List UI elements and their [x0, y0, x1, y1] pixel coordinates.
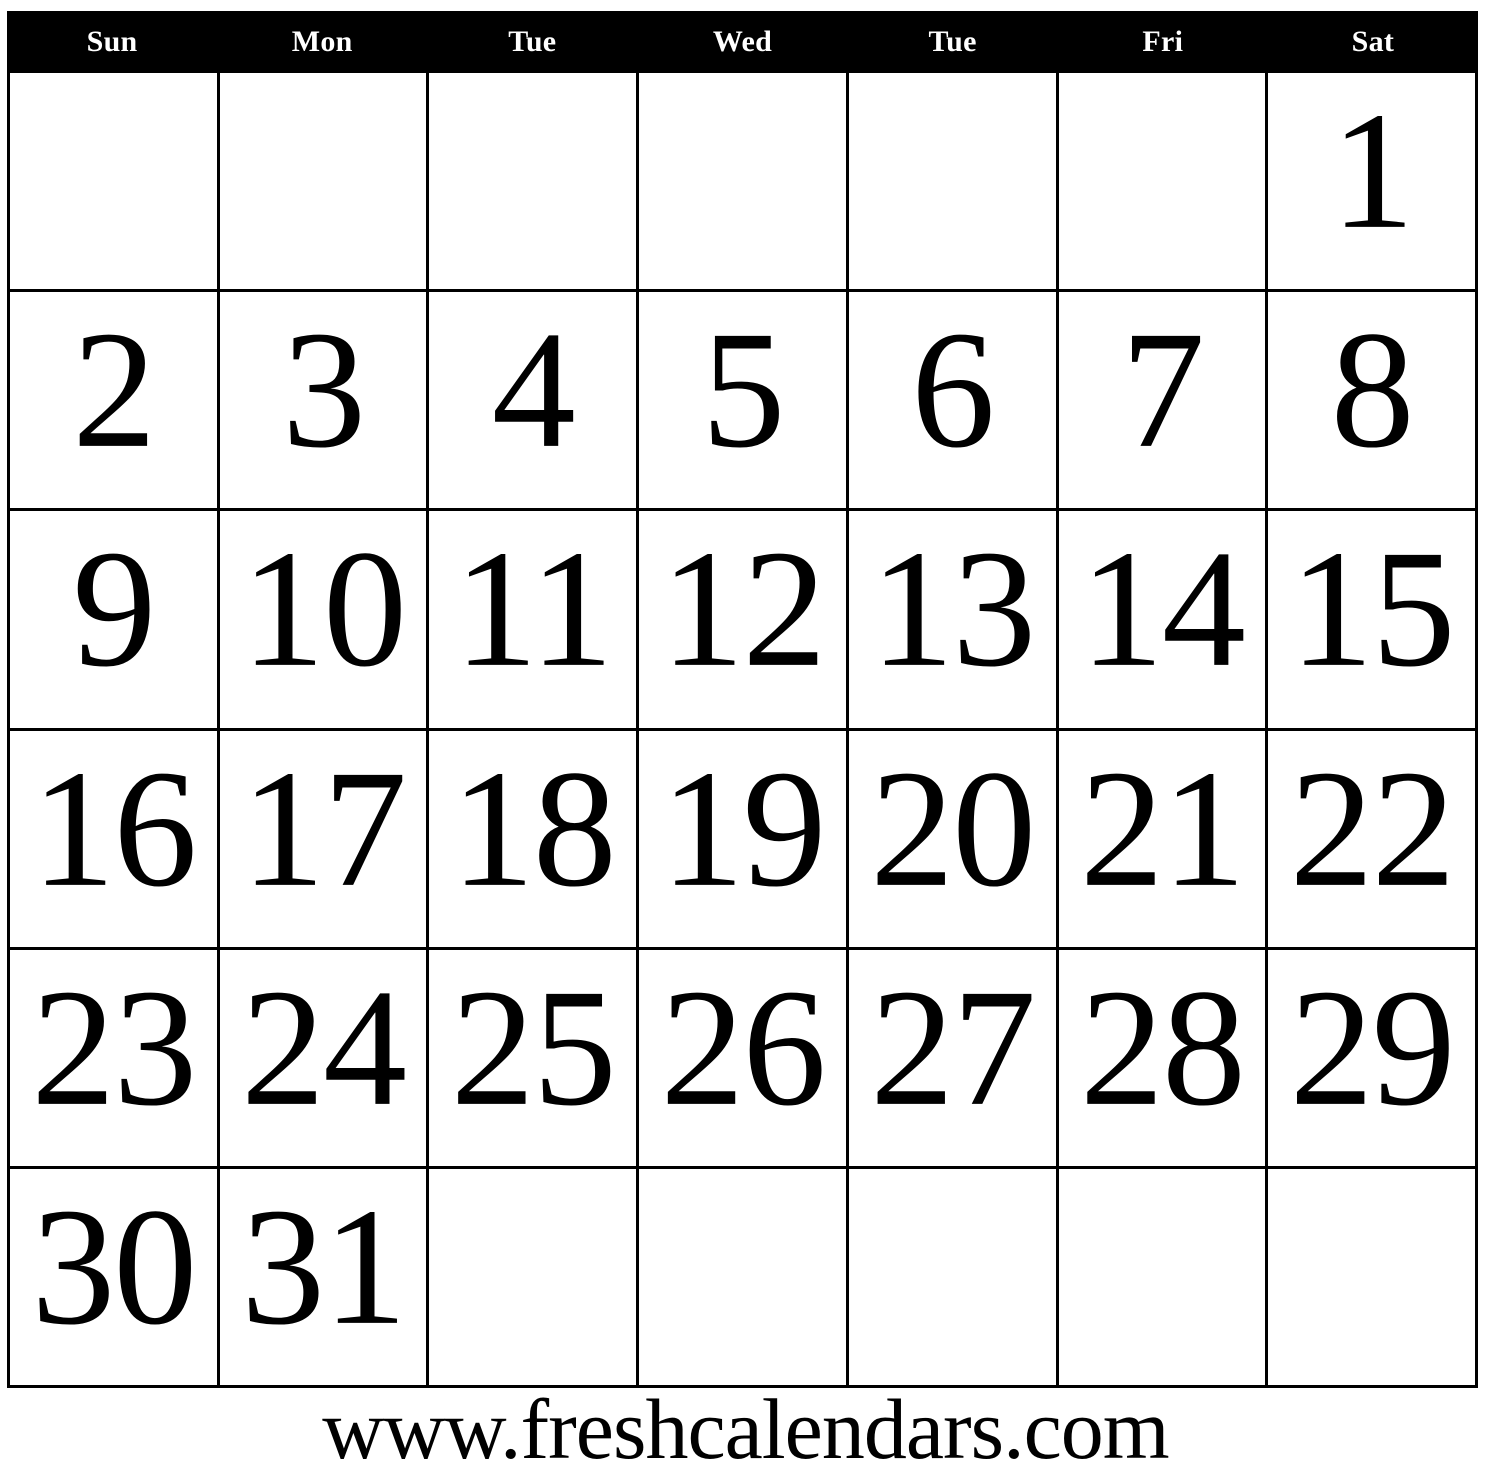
- date-number: 29: [1289, 954, 1456, 1141]
- date-number: 10: [241, 516, 407, 703]
- date-number: 12: [660, 516, 826, 703]
- date-number: 13: [870, 516, 1036, 703]
- date-cell[interactable]: [219, 73, 430, 293]
- date-number: 21: [1079, 735, 1246, 922]
- date-cell[interactable]: [429, 73, 640, 293]
- date-number: 15: [1289, 516, 1456, 703]
- date-number: 16: [31, 735, 197, 922]
- date-cell[interactable]: [1058, 1168, 1269, 1388]
- weekday-header-mon: Mon: [291, 25, 353, 58]
- weekday-header-tue: Tue: [508, 25, 557, 58]
- date-cell[interactable]: 22: [1268, 730, 1478, 950]
- date-cell[interactable]: 31: [219, 1168, 430, 1388]
- date-cell[interactable]: 21: [1058, 730, 1269, 950]
- date-cell[interactable]: 9: [10, 511, 220, 731]
- date-number: 18: [450, 735, 617, 922]
- date-cell[interactable]: 12: [639, 511, 849, 731]
- date-number: 14: [1079, 516, 1246, 703]
- date-number: 2: [72, 297, 156, 484]
- date-number: 24: [241, 954, 407, 1141]
- date-number: 1: [1330, 77, 1415, 264]
- date-cell[interactable]: 20: [848, 730, 1059, 950]
- date-number: 22: [1289, 735, 1456, 922]
- date-number: 4: [491, 297, 576, 484]
- date-cell[interactable]: 2: [10, 292, 220, 512]
- date-cell[interactable]: [1268, 1168, 1478, 1388]
- date-number: 11: [453, 516, 614, 703]
- date-cell[interactable]: 6: [848, 292, 1059, 512]
- date-cell[interactable]: 27: [848, 949, 1059, 1169]
- date-cell[interactable]: 4: [429, 292, 640, 512]
- weekday-header-fri: Fri: [1142, 25, 1184, 58]
- date-number: 19: [660, 735, 826, 922]
- date-number: 23: [31, 954, 197, 1141]
- date-cell[interactable]: [429, 1168, 640, 1388]
- date-cell[interactable]: 29: [1268, 949, 1478, 1169]
- date-cell[interactable]: 5: [639, 292, 849, 512]
- date-cell[interactable]: 3: [219, 292, 430, 512]
- date-cell[interactable]: [1058, 73, 1269, 293]
- date-number: 31: [241, 1173, 407, 1360]
- date-number: 6: [911, 297, 995, 484]
- date-cell[interactable]: 14: [1058, 511, 1269, 731]
- weekday-header-bar: Sun Mon Tue Wed Tue Fri Sat: [7, 11, 1478, 73]
- date-cell[interactable]: 30: [10, 1168, 220, 1388]
- date-cell[interactable]: 26: [639, 949, 849, 1169]
- date-cell[interactable]: 18: [429, 730, 640, 950]
- date-cell[interactable]: 17: [219, 730, 430, 950]
- date-cell[interactable]: 19: [639, 730, 849, 950]
- date-number: 30: [31, 1173, 197, 1360]
- date-number: 26: [660, 954, 826, 1141]
- date-cell[interactable]: 28: [1058, 949, 1269, 1169]
- date-cell[interactable]: 8: [1268, 292, 1478, 512]
- date-cell[interactable]: 24: [219, 949, 430, 1169]
- date-number: 5: [701, 297, 785, 484]
- date-cell[interactable]: 7: [1058, 292, 1269, 512]
- date-cell[interactable]: 11: [429, 511, 640, 731]
- weekday-header-wed: Wed: [712, 25, 773, 58]
- date-cell[interactable]: [848, 73, 1059, 293]
- date-cell[interactable]: [639, 73, 849, 293]
- date-cell[interactable]: 1: [1268, 73, 1478, 293]
- date-cell[interactable]: 10: [219, 511, 430, 731]
- date-cell[interactable]: 23: [10, 949, 220, 1169]
- date-cell[interactable]: 15: [1268, 511, 1478, 731]
- date-number: 20: [870, 735, 1036, 922]
- date-cell[interactable]: [848, 1168, 1059, 1388]
- date-number: 28: [1079, 954, 1246, 1141]
- date-number: 17: [241, 735, 407, 922]
- date-number: 27: [870, 954, 1036, 1141]
- footer-website-text: www.freshcalendars.com: [322, 1381, 1169, 1477]
- date-number: 25: [450, 954, 617, 1141]
- weekday-header-sun: Sun: [86, 25, 138, 58]
- date-grid: 1 2 3 4 5 6 7 8 9 10 11 12 13 14 15 16 1…: [7, 73, 1478, 1388]
- date-number: 7: [1120, 297, 1205, 484]
- date-number: 9: [72, 516, 156, 703]
- date-number: 3: [282, 297, 366, 484]
- date-cell[interactable]: 25: [429, 949, 640, 1169]
- weekday-header-sat: Sat: [1351, 25, 1395, 58]
- date-cell[interactable]: 13: [848, 511, 1059, 731]
- date-cell[interactable]: [639, 1168, 849, 1388]
- calendar-page: Sun Mon Tue Wed Tue Fri Sat 1 2 3 4 5 6 …: [0, 0, 1491, 1472]
- date-number: 8: [1330, 297, 1415, 484]
- weekday-header-thu: Tue: [928, 25, 977, 58]
- date-cell[interactable]: [10, 73, 220, 293]
- date-cell[interactable]: 16: [10, 730, 220, 950]
- footer: www.freshcalendars.com: [0, 1386, 1491, 1472]
